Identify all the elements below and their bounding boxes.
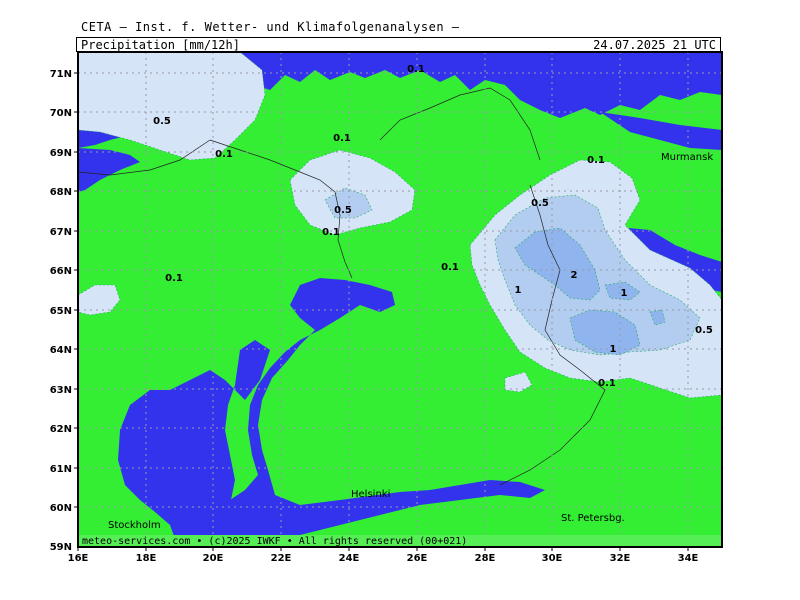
lon-label: 32E [610,553,631,564]
lon-label: 28E [475,553,496,564]
contour-label: 0.5 [531,198,549,209]
lat-label: 67N [50,227,72,238]
lat-label: 65N [50,306,72,317]
city-label-murmansk: Murmansk [661,152,713,163]
lon-label: 34E [678,553,699,564]
city-label-st-petersburg: St. Petersbg. [561,513,625,524]
contour-label: 1 [621,288,628,299]
lat-label: 66N [50,266,72,277]
precipitation-map: meteo-services.com • (c)2025 IWKF • All … [50,51,723,564]
lat-label: 70N [50,108,72,119]
city-label-stockholm: Stockholm [108,520,161,531]
lon-label: 26E [407,553,428,564]
lon-label: 16E [68,553,89,564]
lon-label: 30E [542,553,563,564]
contour-label: 0.5 [334,205,352,216]
lat-label: 60N [50,503,72,514]
lat-label: 63N [50,385,72,396]
contour-label: 0.1 [598,378,616,389]
lat-label: 69N [50,148,72,159]
lat-label: 64N [50,345,72,356]
contour-label: 0.1 [587,155,605,166]
contour-label: 2 [571,270,578,281]
lon-label: 24E [339,553,360,564]
contour-label: 0.5 [153,116,171,127]
copyright-footer: meteo-services.com • (c)2025 IWKF • All … [82,536,467,547]
contour-label: 1 [610,344,617,355]
contour-label: 0.1 [215,149,233,160]
lon-label: 20E [203,553,224,564]
lat-label: 61N [50,464,72,475]
contour-label: 0.1 [407,64,425,75]
lat-label: 68N [50,187,72,198]
contour-label: 0.1 [441,262,459,273]
lon-label: 22E [271,553,292,564]
contour-label: 0.1 [322,227,340,238]
lat-label: 62N [50,424,72,435]
lon-label: 18E [136,553,157,564]
lat-label: 59N [50,542,72,553]
contour-label: 0.1 [333,133,351,144]
city-label-helsinki: Helsinki [351,489,390,500]
lat-label: 71N [50,69,72,80]
contour-label: 0.5 [695,325,713,336]
contour-label: 1 [515,285,522,296]
contour-label: 0.1 [165,273,183,284]
